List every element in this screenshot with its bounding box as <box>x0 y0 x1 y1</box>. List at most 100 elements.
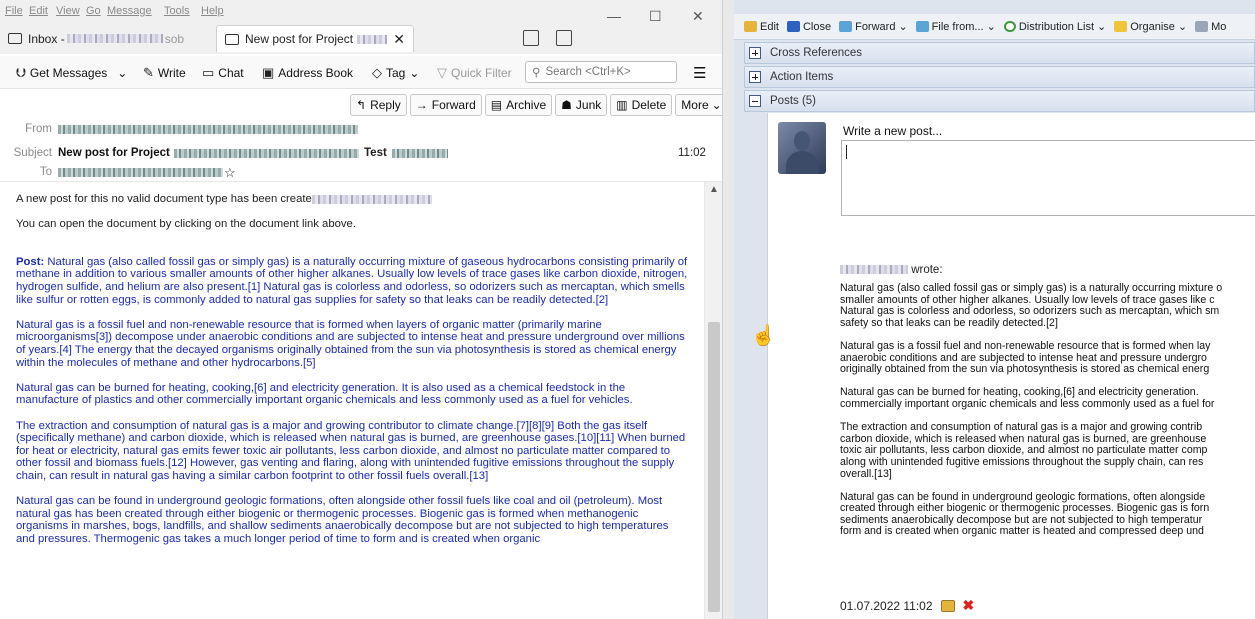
message-time: 11:02 <box>678 147 706 159</box>
search-input[interactable]: ⚲ Search <Ctrl+K> <box>525 61 677 83</box>
redacted-doc-link[interactable] <box>311 194 432 204</box>
forward-doc-button[interactable]: Forward ⌄ <box>839 20 908 33</box>
expand-icon[interactable] <box>749 71 761 83</box>
close-tab-icon[interactable]: ✕ <box>393 31 405 48</box>
post-para-4: The extraction and consumption of natura… <box>840 421 1255 480</box>
post-date: 01.07.2022 11:02 <box>840 598 933 613</box>
delete-button[interactable]: ▥ Delete <box>610 94 673 116</box>
post-line: overall.[13] <box>840 467 892 480</box>
tab-new-post[interactable]: New post for Project ✕ <box>216 25 414 52</box>
distribution-list-label: Distribution List <box>1018 20 1095 33</box>
body-intro-line: A new post for this no valid document ty… <box>16 193 312 205</box>
post-line: Natural gas can be burned for heating, c… <box>840 386 1199 399</box>
posts-label: Posts (5) <box>770 95 817 107</box>
post-line: The extraction and consumption of natura… <box>840 421 1203 434</box>
edit-icon <box>744 21 757 32</box>
chevron-down-icon: ⌄ <box>409 66 420 80</box>
collapse-icon[interactable] <box>749 95 761 107</box>
menu-go[interactable]: Go <box>86 5 101 17</box>
from-label: From <box>25 123 52 135</box>
distribution-list-button[interactable]: Distribution List ⌄ <box>1003 20 1106 33</box>
more-tools-button[interactable]: Mo <box>1195 21 1226 33</box>
tag-button[interactable]: ◇ Tag ⌄ <box>372 63 419 83</box>
tools-icon <box>1195 21 1209 32</box>
forward-mail-icon <box>839 21 853 32</box>
message-header: ↰ Reply → Forward ▤ Archive ☗ Junk ▥ Delete M… <box>0 89 722 182</box>
chevron-down-icon[interactable]: ⌄ <box>117 66 127 80</box>
post-line: along with unintended fugitive emissions… <box>840 455 1204 468</box>
calendar-icon[interactable] <box>523 30 539 46</box>
message-scrollbar[interactable]: ▲ <box>704 182 722 619</box>
chat-button[interactable]: ▭ Chat <box>202 63 244 83</box>
tag-icon: ◇ <box>372 65 382 80</box>
section-cross-references[interactable]: Cross References <box>744 42 1255 64</box>
menu-message[interactable]: Message <box>107 5 152 17</box>
expand-icon[interactable] <box>749 47 761 59</box>
tab-inbox[interactable]: Inbox - sob <box>8 25 214 52</box>
scroll-up-icon[interactable]: ▲ <box>709 184 719 195</box>
menu-help[interactable]: Help <box>201 5 224 17</box>
junk-icon: ☗ <box>561 98 572 112</box>
file-from-button[interactable]: File from... ⌄ <box>915 20 996 33</box>
more-tools-label: Mo <box>1211 20 1227 33</box>
get-messages-button[interactable]: ⮋ Get Messages ⌄ <box>16 63 127 83</box>
delete-post-icon[interactable]: ✖ <box>963 597 975 614</box>
edit-post-icon[interactable] <box>940 599 955 612</box>
new-post-textarea[interactable] <box>841 140 1255 216</box>
message-body: A new post for this no valid document ty… <box>0 182 704 619</box>
menu-tools[interactable]: Tools <box>164 5 190 17</box>
more-button[interactable]: More ⌄ <box>675 94 722 116</box>
write-label: Write <box>157 66 186 80</box>
archive-label: Archive <box>506 98 547 112</box>
menu-file[interactable]: File <box>5 5 23 17</box>
write-post-label: Write a new post... <box>843 124 943 138</box>
search-icon: ⚲ <box>532 67 541 79</box>
redacted-recipient[interactable] <box>58 168 223 177</box>
download-icon: ⮋ <box>16 65 26 80</box>
section-action-items[interactable]: Action Items <box>744 66 1255 88</box>
post-line: smaller amounts of other higher alkanes.… <box>840 293 1215 306</box>
post-line: safety so that leaks can be readily dete… <box>840 316 1058 329</box>
star-icon[interactable]: ☆ <box>224 165 236 181</box>
section-posts[interactable]: Posts (5) <box>744 90 1255 112</box>
archive-button[interactable]: ▤ Archive <box>484 94 553 116</box>
posts-panel: Write a new post... wrote: Natural gas (… <box>767 113 1255 619</box>
junk-button[interactable]: ☗ Junk <box>555 94 608 116</box>
close-doc-button[interactable]: Close <box>786 21 831 33</box>
post-line: created through either biogenic or therm… <box>840 502 1210 515</box>
post-author-suffix: wrote: <box>911 264 943 276</box>
subject-tail: Test <box>364 147 387 159</box>
quick-filter-button[interactable]: ▽ Quick Filter <box>437 63 512 83</box>
action-items-label: Action Items <box>770 71 834 83</box>
edit-label: Edit <box>760 20 779 33</box>
write-button[interactable]: ✎ Write <box>143 63 186 83</box>
menu-edit[interactable]: Edit <box>29 5 48 17</box>
pane-splitter[interactable] <box>722 0 734 619</box>
hand-cursor-icon: ☝ <box>751 325 776 347</box>
scroll-thumb[interactable] <box>708 322 720 612</box>
forward-button[interactable]: → Forward <box>409 94 482 116</box>
app-menu-button[interactable]: ☰ <box>693 63 706 83</box>
avatar <box>778 122 826 174</box>
mail-client-window: File Edit View Go Message Tools Help — ☐… <box>0 0 722 619</box>
redacted-subject-end <box>392 149 448 158</box>
address-book-icon: ▣ <box>262 65 275 80</box>
menu-view[interactable]: View <box>56 5 80 17</box>
chat-label: Chat <box>218 66 244 80</box>
organise-button[interactable]: Organise ⌄ <box>1114 20 1187 33</box>
tab-inbox-suffix: sob <box>164 31 185 46</box>
post-line: carbon dioxide, which is released when n… <box>840 432 1207 445</box>
post-paragraph-5: Natural gas can be found in underground … <box>16 495 669 545</box>
address-book-button[interactable]: ▣ Address Book <box>262 63 353 83</box>
reply-button[interactable]: ↰ Reply <box>350 94 407 116</box>
post-line: Natural gas is colorless and odorless, s… <box>840 305 1220 318</box>
inbox-icon <box>8 33 22 44</box>
subject-text: New post for Project <box>58 147 170 159</box>
redacted-sender[interactable] <box>58 125 358 134</box>
tasks-icon[interactable] <box>556 30 572 46</box>
post-line: toxic air pollutants, less carbon dioxid… <box>840 444 1208 457</box>
subject-label: Subject <box>13 147 52 159</box>
tab-post-label: New post for Project <box>245 32 354 46</box>
edit-button[interactable]: Edit <box>744 21 779 33</box>
body-open-hint: You can open the document by clicking on… <box>16 218 356 231</box>
